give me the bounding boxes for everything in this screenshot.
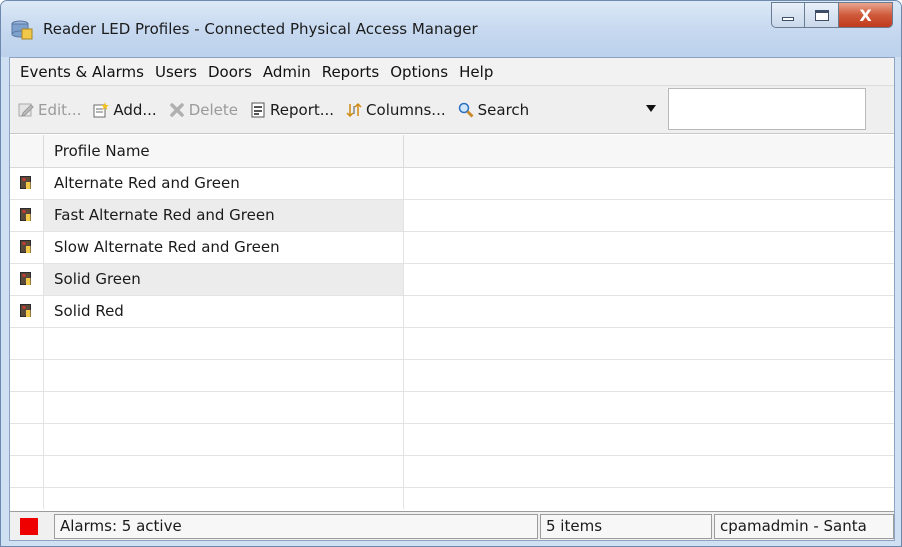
menu-doors[interactable]: Doors <box>208 63 252 81</box>
report-button[interactable]: Report... <box>250 101 334 119</box>
close-icon: X <box>859 5 872 25</box>
minimize-icon <box>782 17 794 21</box>
user-status: cpamadmin - Santa <box>714 514 894 539</box>
maximize-button[interactable] <box>805 2 839 28</box>
add-label: Add... <box>113 100 157 119</box>
toolbar: Edit... Add... Delete Report... Columns.… <box>10 86 894 134</box>
title-bar[interactable]: Reader LED Profiles - Connected Physical… <box>1 1 901 57</box>
profile-name-cell: Solid Red <box>44 296 404 327</box>
minimize-button[interactable] <box>771 2 805 28</box>
edit-label: Edit... <box>38 100 82 119</box>
empty-row <box>10 328 894 360</box>
menu-events-alarms[interactable]: Events & Alarms <box>20 63 144 81</box>
columns-icon <box>346 102 362 117</box>
window-title: Reader LED Profiles - Connected Physical… <box>43 20 478 38</box>
close-button[interactable]: X <box>839 2 893 28</box>
menu-options[interactable]: Options <box>390 63 448 81</box>
table-header: Profile Name <box>10 135 894 168</box>
edit-icon <box>18 103 34 117</box>
empty-row <box>10 488 894 509</box>
menu-bar: Events & Alarms Users Doors Admin Report… <box>10 58 894 86</box>
delete-button[interactable]: Delete <box>169 101 238 119</box>
reader-led-icon <box>20 176 31 189</box>
maximize-icon <box>814 9 829 21</box>
search-icon <box>458 102 474 118</box>
report-icon <box>251 102 265 117</box>
profile-name-cell: Slow Alternate Red and Green <box>44 232 404 263</box>
report-label: Report... <box>270 100 335 119</box>
alarm-status[interactable]: Alarms: 5 active <box>54 514 538 539</box>
client-area: Events & Alarms Users Doors Admin Report… <box>9 57 895 541</box>
app-window: Reader LED Profiles - Connected Physical… <box>0 0 902 547</box>
alarm-indicator-icon[interactable] <box>20 518 38 535</box>
empty-row <box>10 392 894 424</box>
window-controls: X <box>771 2 893 28</box>
profile-name-cell: Fast Alternate Red and Green <box>44 200 404 231</box>
table-row[interactable]: Fast Alternate Red and Green <box>10 200 894 232</box>
table-row[interactable]: Slow Alternate Red and Green <box>10 232 894 264</box>
search-dropdown-icon[interactable] <box>646 105 656 112</box>
table-row[interactable]: Alternate Red and Green <box>10 168 894 200</box>
menu-admin[interactable]: Admin <box>263 63 311 81</box>
search-label: Search <box>477 100 530 119</box>
empty-row <box>10 456 894 488</box>
search-button[interactable]: Search <box>458 100 530 119</box>
reader-led-icon <box>20 272 31 285</box>
menu-reports[interactable]: Reports <box>322 63 380 81</box>
delete-label: Delete <box>188 100 239 119</box>
profile-name-cell: Solid Green <box>44 264 404 295</box>
item-count: 5 items <box>540 514 712 539</box>
reader-led-icon <box>20 240 31 253</box>
status-bar: Alarms: 5 active 5 items cpamadmin - San… <box>10 511 894 540</box>
table-row[interactable]: Solid Red <box>10 296 894 328</box>
edit-button[interactable]: Edit... <box>18 101 81 119</box>
menu-help[interactable]: Help <box>459 63 493 81</box>
reader-led-icon <box>20 304 31 317</box>
profiles-table: Profile Name Alternate Red and Green Fas… <box>10 135 894 509</box>
columns-label: Columns... <box>366 100 446 119</box>
app-icon <box>11 20 33 40</box>
reader-led-icon <box>20 208 31 221</box>
profile-name-cell: Alternate Red and Green <box>44 168 404 199</box>
columns-button[interactable]: Columns... <box>346 101 446 119</box>
table-row[interactable]: Solid Green <box>10 264 894 296</box>
menu-users[interactable]: Users <box>155 63 197 81</box>
column-header-profile-name[interactable]: Profile Name <box>44 135 404 168</box>
icon-column-header[interactable] <box>10 135 44 168</box>
delete-icon <box>169 102 184 117</box>
empty-row <box>10 360 894 392</box>
search-input[interactable] <box>668 88 866 130</box>
add-button[interactable]: Add... <box>93 100 157 119</box>
add-icon <box>93 101 110 117</box>
empty-row <box>10 424 894 456</box>
